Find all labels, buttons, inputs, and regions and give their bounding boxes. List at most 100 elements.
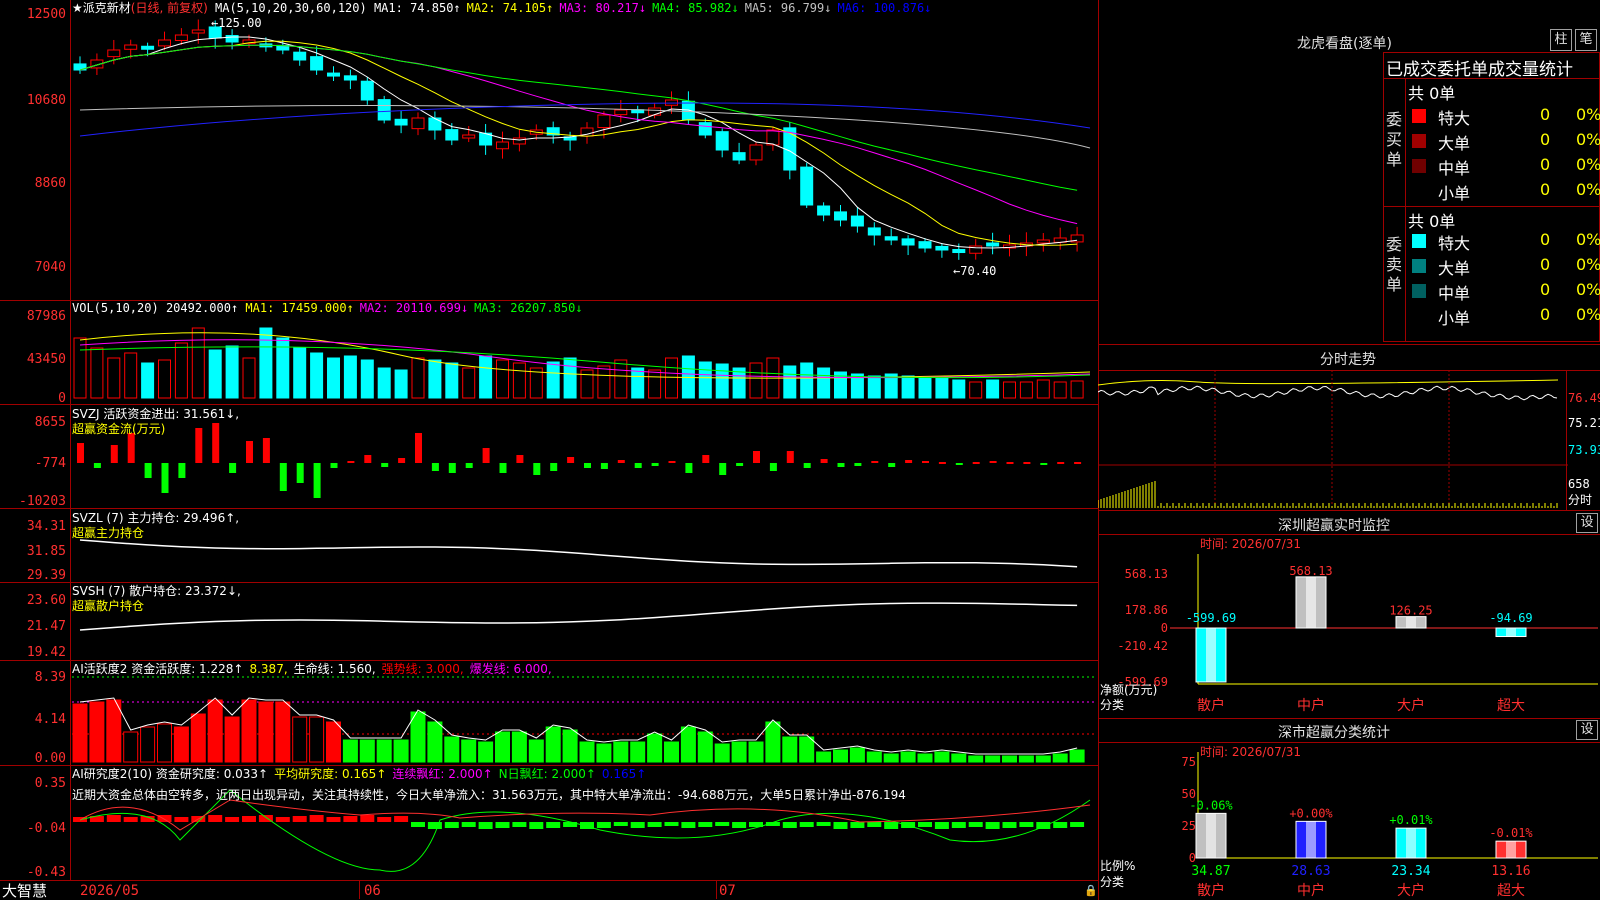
ai-research-bar [242, 816, 256, 822]
intraday-chart[interactable] [1098, 370, 1568, 510]
vol-header-value: 20492.000↑ [165, 301, 239, 315]
candle-body [512, 137, 526, 145]
svzj-bar [837, 463, 845, 467]
kline-chart-area[interactable] [0, 0, 1098, 900]
candle-body [141, 45, 155, 50]
bar-mode-button[interactable]: 柱 [1550, 29, 1572, 51]
ma1-value: MA1: 74.850↑ [373, 1, 461, 15]
candle-body [462, 134, 476, 139]
ai-research-bar [546, 822, 561, 828]
svzj-bar [178, 463, 186, 478]
svzj-bar [955, 463, 963, 465]
svzj-bar [212, 423, 220, 463]
ai-research-bar [123, 817, 138, 822]
intraday-price-high: 76.49 [1568, 391, 1600, 405]
ma3-line [79, 44, 1078, 225]
sc-stats-chart: 7550250-0.06%34.87散户+0.00%28.63中户+0.01%2… [1182, 752, 1598, 899]
ai-research-bars [73, 815, 1085, 829]
ai-active-bar [968, 755, 984, 763]
ai-research-bar [208, 815, 223, 822]
ai-research-bar [326, 817, 341, 822]
ma2-line [79, 40, 1078, 246]
candle-body [749, 144, 763, 161]
svsh-y-label-0: 23.60 [26, 593, 66, 608]
ai-research-line-green [79, 789, 1091, 872]
svzj-bar [482, 448, 490, 463]
ai-research-bar [275, 817, 290, 822]
sc-value-label-1: 28.63 [1291, 864, 1330, 879]
svzj-bars [77, 423, 1082, 498]
ai-active-bar [376, 739, 392, 763]
candle-body [732, 152, 746, 161]
ai-research-bar [343, 816, 358, 822]
sc-bar-highlight [1506, 841, 1516, 858]
buy-row-2-pct: 0% [1576, 155, 1600, 174]
svzj-bar [938, 462, 946, 464]
volume-bar [986, 379, 1000, 399]
sc-stats-settings-button[interactable]: 设 [1576, 720, 1598, 740]
svzj-bar [398, 458, 406, 463]
volume-bar [901, 375, 915, 399]
volume-bar [918, 377, 932, 399]
sz-bar-3 [1495, 627, 1527, 638]
x-tick-june [359, 881, 360, 899]
chart-mode[interactable]: (日线, 前复权) [131, 1, 208, 15]
sz-monitor-settings-button[interactable]: 设 [1576, 513, 1598, 533]
volume-bar [665, 357, 678, 399]
svzj-bar [617, 460, 625, 463]
sell-row-0-count: 0 [1540, 230, 1551, 249]
candle-body [715, 131, 729, 151]
svzj-y-label-0: 8655 [34, 415, 66, 430]
volume-bar [783, 365, 797, 399]
sell-row-3-name: 小单 [1438, 309, 1471, 328]
ai-research-bar [664, 822, 679, 826]
candle-body [867, 227, 881, 236]
ai-active-bar [985, 755, 1001, 763]
candle-body [800, 166, 814, 206]
tick-mode-button[interactable]: 笔 [1575, 29, 1597, 51]
volume-bar [512, 362, 526, 399]
svzj-bar [381, 463, 389, 467]
ai-active-bar [680, 726, 696, 763]
sc-category-1: 中户 [1297, 882, 1325, 899]
volume-bar [614, 359, 628, 399]
sc-bar-highlight [1206, 813, 1216, 858]
sc-value-label-3: 13.16 [1491, 864, 1530, 879]
volume-bar [343, 355, 357, 399]
volume-bar [293, 347, 307, 399]
volume-bar [1003, 381, 1016, 399]
candle-body [766, 129, 780, 146]
svzj-bar [702, 455, 710, 463]
intraday-price-mid: 75.21 [1568, 416, 1600, 430]
ai-active-bar [72, 703, 88, 763]
stock-name[interactable]: ★派克新材 [72, 1, 131, 15]
vol-ma3-value: MA3: 26207.850↓ [474, 301, 583, 315]
buy-row-1-pct: 0% [1576, 130, 1600, 149]
sell-row-2-count: 0 [1540, 280, 1551, 299]
buy-row-3-name: 小单 [1438, 184, 1471, 203]
ai-research-bar [630, 822, 645, 828]
volume-bar [1070, 380, 1084, 399]
svzj-bar [803, 463, 811, 468]
svsh-line [79, 602, 1078, 631]
candle-body [614, 109, 628, 116]
ai-research-bar [1002, 822, 1017, 828]
sz-bar-1 [1295, 576, 1327, 629]
candle-body [327, 72, 340, 77]
ai-research-y-label-0: 0.35 [34, 776, 66, 791]
buy-row-1-name: 大单 [1438, 134, 1471, 153]
volume-bars [73, 327, 1084, 399]
ai-research-bar [495, 822, 510, 828]
lock-icon[interactable]: 🔒 [1084, 884, 1098, 897]
volume-bar [191, 327, 205, 399]
ai-research-bar [884, 822, 899, 829]
svzj-bar [769, 463, 777, 471]
ma4-value: MA4: 85.982↓ [652, 1, 739, 15]
ai-active-bar [866, 751, 882, 763]
sc-bar-1 [1295, 820, 1327, 859]
ai-active-bar [157, 723, 172, 763]
svzl-y-label-2: 29.39 [26, 568, 66, 583]
svzj-bar [415, 433, 422, 463]
ai-active-bar [562, 729, 578, 763]
candle-body [1036, 239, 1050, 244]
